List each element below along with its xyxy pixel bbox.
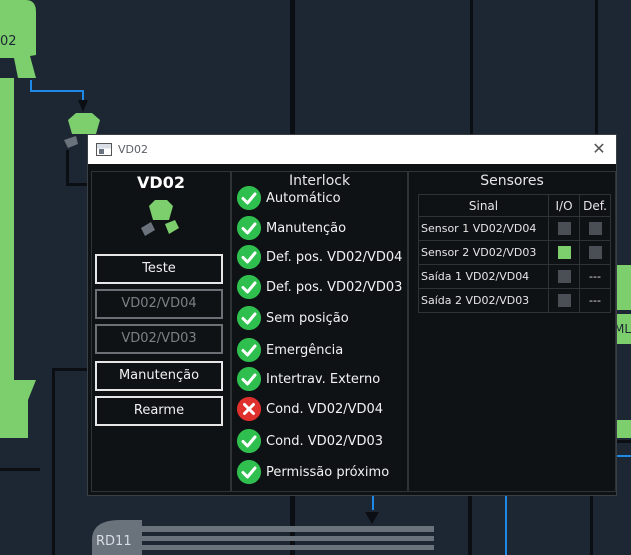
silo-bottom — [0, 380, 36, 438]
pipe-line — [590, 496, 593, 555]
table-row: Saída 1 VD02/VD04 --- — [418, 264, 611, 289]
def-cell — [579, 240, 611, 265]
column-header-signal: Sinal — [418, 194, 549, 217]
pipe-line — [595, 0, 598, 135]
pipe-line — [290, 0, 295, 135]
interlock-label: Permissão próximo — [266, 464, 390, 480]
check-icon — [237, 460, 261, 484]
equipment-label: RD11 — [96, 534, 132, 549]
pipe-line — [52, 368, 88, 371]
signal-line — [617, 455, 631, 457]
vd02-vd04-button[interactable]: VD02/VD04 — [95, 289, 223, 319]
interlock-item: Sem posição — [237, 305, 349, 331]
valve-title: VD02 — [137, 173, 185, 192]
io-indicator — [557, 294, 571, 308]
check-icon — [237, 367, 261, 391]
interlock-item: Def. pos. VD02/VD04 — [237, 244, 402, 270]
close-button[interactable]: ✕ — [590, 139, 608, 159]
rearme-button[interactable]: Rearme — [95, 396, 223, 426]
io-indicator — [557, 270, 571, 284]
def-cell: --- — [579, 264, 611, 289]
window-title: VD02 — [118, 143, 148, 156]
signal-line — [30, 90, 84, 92]
io-cell — [548, 240, 580, 265]
def-cell — [579, 216, 611, 241]
control-panel: VD02 Teste VD02/VD04 VD02/VD03 Manutençã… — [91, 171, 231, 492]
check-icon — [237, 216, 261, 240]
interlock-label: Emergência — [266, 342, 344, 358]
interlock-label: Intertrav. Externo — [266, 371, 381, 387]
check-icon — [237, 245, 261, 269]
def-indicator — [588, 246, 602, 260]
pipe-line — [52, 368, 55, 555]
sensors-table: Sinal I/O Def. Sensor 1 VD02/VD04 Sensor … — [418, 194, 611, 313]
title-bar[interactable]: VD02 ✕ — [88, 135, 616, 164]
interlock-label: Def. pos. VD02/VD03 — [266, 279, 403, 295]
interlock-item: Def. pos. VD02/VD03 — [237, 274, 402, 300]
sensors-title: Sensores — [480, 173, 544, 189]
check-icon — [237, 186, 261, 210]
interlock-label: Cond. VD02/VD04 — [266, 401, 384, 417]
io-cell — [548, 264, 580, 289]
teste-button[interactable]: Teste — [95, 254, 223, 284]
interlock-label: Automático — [266, 190, 341, 206]
equipment-block — [617, 420, 631, 438]
interlock-item: Intertrav. Externo — [237, 366, 380, 392]
check-icon — [237, 275, 261, 299]
column-header-def: Def. — [579, 194, 611, 217]
table-row: Sensor 2 VD02/VD03 — [418, 240, 611, 265]
check-icon — [237, 306, 261, 330]
silo-body — [0, 78, 14, 380]
signal-cell: Saída 2 VD02/VD03 — [418, 288, 549, 313]
io-cell — [548, 216, 580, 241]
manutencao-button[interactable]: Manutenção — [95, 361, 223, 391]
interlock-item: Cond. VD02/VD03 — [237, 428, 383, 454]
interlock-label: Sem posição — [266, 310, 349, 326]
conveyor-rd11 — [92, 512, 434, 555]
pipe-line — [66, 183, 88, 186]
io-cell — [548, 288, 580, 313]
io-indicator — [557, 246, 571, 260]
interlock-label: Def. pos. VD02/VD04 — [266, 249, 403, 265]
vd02-dialog: VD02 ✕ VD02 Teste VD02/VD04 VD02/VD03 Ma… — [87, 134, 617, 496]
signal-cell: Saída 1 VD02/VD04 — [418, 264, 549, 289]
sensors-table-body: Sensor 1 VD02/VD04 Sensor 2 VD02/VD03 Saíd… — [418, 216, 611, 313]
signal-cell: Sensor 2 VD02/VD03 — [418, 240, 549, 265]
table-row: Saída 2 VD02/VD03 --- — [418, 288, 611, 313]
equipment-block — [617, 265, 631, 310]
signal-line — [505, 496, 507, 555]
interlock-item: Manutenção — [237, 215, 346, 241]
column-header-io: I/O — [548, 194, 580, 217]
interlock-item: Emergência — [237, 337, 343, 363]
sensors-panel: Sensores Sinal I/O Def. Sensor 1 VD02/VD… — [408, 171, 616, 492]
io-indicator — [557, 222, 571, 236]
valve-icon — [141, 200, 179, 236]
window-icon — [96, 143, 112, 156]
pipe-line — [0, 468, 40, 471]
interlock-item: Permissão próximo — [237, 459, 389, 485]
check-icon — [237, 429, 261, 453]
signal-cell: Sensor 1 VD02/VD04 — [418, 216, 549, 241]
def-value: --- — [589, 270, 601, 283]
pipe-line — [468, 496, 472, 555]
interlock-item: Cond. VD02/VD04 — [237, 396, 383, 422]
def-indicator — [588, 222, 602, 236]
interlock-label: Cond. VD02/VD03 — [266, 433, 384, 449]
table-row: Sensor 1 VD02/VD04 — [418, 216, 611, 241]
pipe-line — [470, 0, 473, 135]
def-cell: --- — [579, 288, 611, 313]
check-icon — [237, 338, 261, 362]
equipment-label: 02 — [0, 34, 17, 49]
table-header-row: Sinal I/O Def. — [418, 194, 611, 217]
interlock-label: Manutenção — [266, 220, 347, 236]
interlock-panel: Interlock Automático Manutenção Def. pos. … — [231, 171, 408, 492]
interlock-item: Automático — [237, 185, 341, 211]
pipe-line — [617, 440, 631, 443]
def-value: --- — [589, 294, 601, 307]
cross-icon — [237, 397, 261, 421]
vd02-vd03-button[interactable]: VD02/VD03 — [95, 324, 223, 354]
pipe-line — [66, 150, 69, 185]
